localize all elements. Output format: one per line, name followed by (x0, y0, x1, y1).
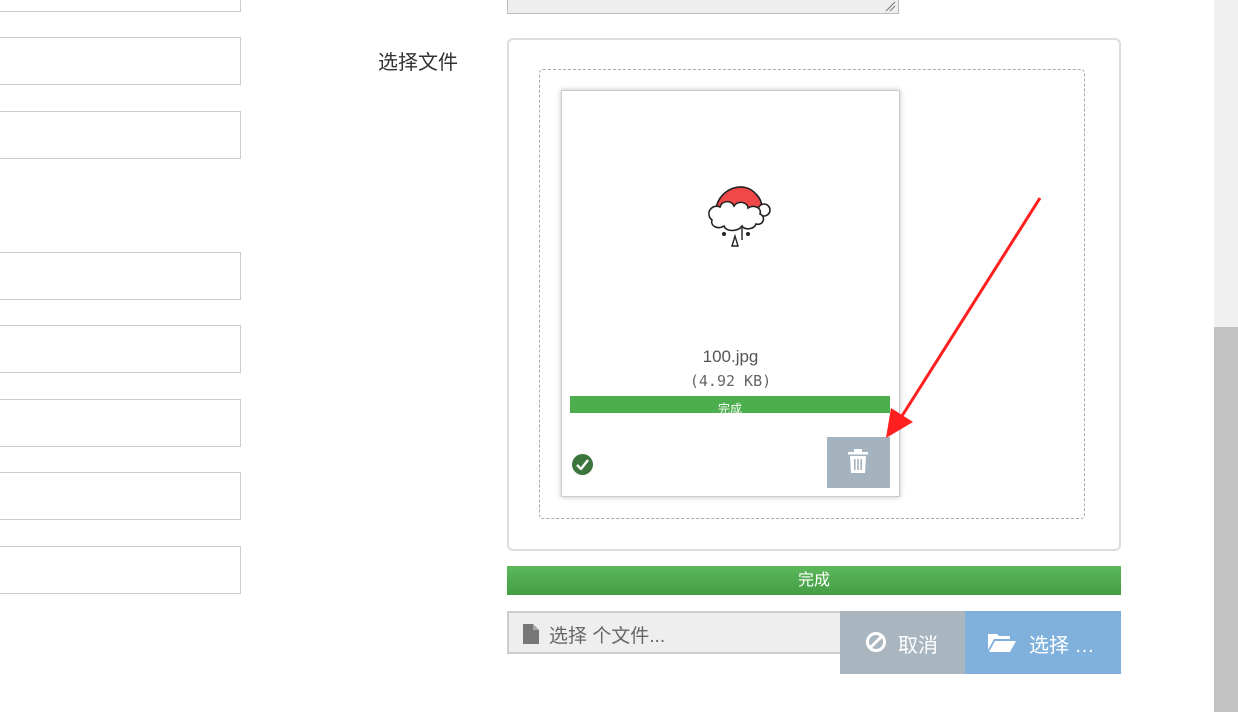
delete-file-button[interactable] (827, 437, 890, 488)
scrollbar-thumb[interactable] (1214, 327, 1238, 712)
resize-grip-icon[interactable] (885, 1, 896, 12)
file-upload-progress: 完成 (570, 396, 890, 413)
ban-icon (866, 632, 886, 652)
text-input-6[interactable] (0, 399, 241, 447)
text-input-5[interactable] (0, 325, 241, 373)
cancel-button-label: 取消 (898, 635, 938, 657)
description-textarea[interactable] (507, 0, 899, 14)
overall-upload-progress: 完成 (507, 566, 1121, 595)
file-icon (523, 624, 539, 644)
check-circle-icon (572, 454, 593, 475)
text-input-8[interactable] (0, 546, 241, 594)
file-thumbnail-card (561, 90, 900, 497)
file-caption-placeholder: 选择 个文件... (549, 626, 666, 647)
text-input-1[interactable] (0, 0, 241, 12)
text-input-2[interactable] (0, 37, 241, 85)
browse-button-label: 选择 … (1029, 635, 1095, 657)
cancel-button[interactable]: 取消 (840, 611, 965, 674)
text-input-3[interactable] (0, 111, 241, 159)
file-size: (4.92 KB) (689, 372, 772, 390)
folder-open-icon (988, 634, 1016, 652)
file-upload-progress-fill: 完成 (570, 396, 890, 413)
trash-icon (848, 449, 868, 473)
file-caption-field[interactable]: 选择 个文件... (507, 611, 842, 654)
overall-upload-progress-fill: 完成 (507, 566, 1121, 595)
text-input-7[interactable] (0, 472, 241, 520)
file-name: 100.jpg (702, 347, 759, 366)
browse-button[interactable]: 选择 … (965, 611, 1121, 674)
image-preview (708, 186, 771, 247)
file-field-label: 选择文件 (378, 52, 458, 74)
text-input-4[interactable] (0, 252, 241, 300)
